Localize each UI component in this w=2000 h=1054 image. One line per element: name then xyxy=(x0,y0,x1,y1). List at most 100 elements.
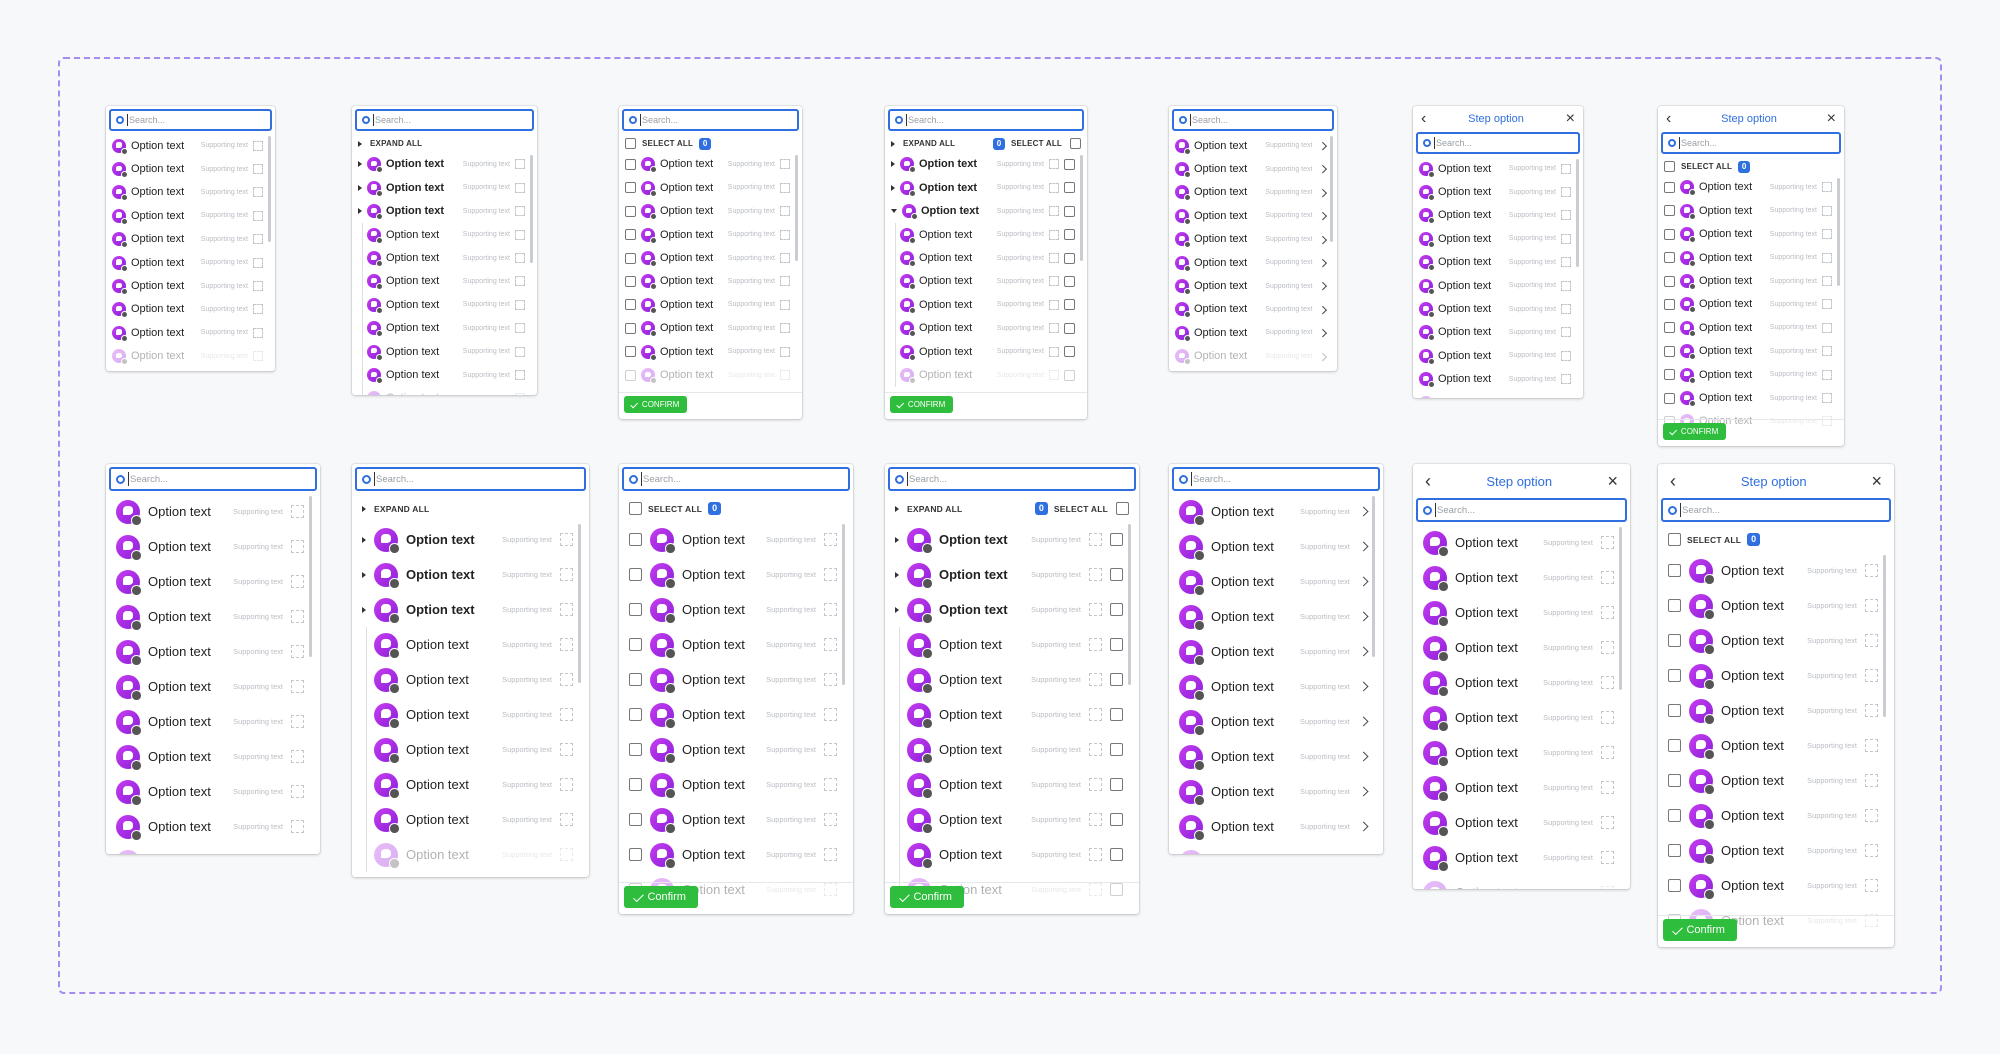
caret-right-icon[interactable] xyxy=(891,209,897,214)
list-item[interactable]: Option text Supporting text xyxy=(885,732,1139,767)
expand-icon[interactable] xyxy=(1865,774,1878,787)
list-item[interactable]: Option text Supporting text xyxy=(352,363,537,386)
list-item[interactable]: Option text Supporting text xyxy=(106,494,320,529)
expand-icon[interactable] xyxy=(1822,369,1832,380)
list-item[interactable]: Option text Supporting text xyxy=(352,246,537,269)
list-item[interactable]: Option text Supporting text xyxy=(619,153,802,176)
expand-icon[interactable] xyxy=(515,206,525,217)
caret-right-icon[interactable] xyxy=(358,140,362,147)
list-item[interactable]: Option text Supporting text xyxy=(106,228,275,251)
list-item[interactable]: Option text Supporting text xyxy=(106,298,275,321)
chevron-right-icon[interactable] xyxy=(1318,141,1327,150)
expand-icon[interactable] xyxy=(253,140,263,151)
select-all-checkbox[interactable] xyxy=(1070,138,1081,150)
list-item[interactable]: Option text Supporting text xyxy=(885,340,1087,363)
item-checkbox[interactable] xyxy=(1664,252,1675,264)
list-item[interactable]: Option text Supporting text xyxy=(1658,199,1844,222)
chevron-right-icon[interactable] xyxy=(1358,821,1369,832)
expand-icon[interactable] xyxy=(1601,851,1614,864)
expand-icon[interactable] xyxy=(515,299,525,310)
chevron-right-icon[interactable] xyxy=(1358,716,1369,727)
list-item[interactable]: Option text Supporting text xyxy=(106,181,275,204)
list-item[interactable]: Option text Supporting text xyxy=(1169,181,1337,204)
item-checkbox[interactable] xyxy=(1664,228,1675,240)
back-button[interactable]: ‹ xyxy=(1670,471,1676,492)
list-item[interactable]: Option text Supporting text xyxy=(619,802,853,837)
expand-icon[interactable] xyxy=(253,281,263,292)
back-button[interactable]: ‹ xyxy=(1425,471,1431,492)
list-item[interactable]: Option text Supporting text xyxy=(106,321,275,344)
item-checkbox[interactable] xyxy=(629,778,642,791)
expand-icon[interactable] xyxy=(1089,638,1102,651)
list-item[interactable]: Option text Supporting text xyxy=(619,317,802,340)
expand-icon[interactable] xyxy=(560,708,573,721)
list-item[interactable]: Option text Supporting text xyxy=(1169,669,1383,704)
chevron-right-icon[interactable] xyxy=(1358,681,1369,692)
list-item[interactable]: Option text Supporting text xyxy=(1169,157,1337,180)
list-item[interactable]: Option text Supporting text xyxy=(619,557,853,592)
expand-all-button[interactable]: EXPAND ALL xyxy=(907,504,962,514)
expand-icon[interactable] xyxy=(780,229,790,240)
list-item[interactable]: Option text Supporting text xyxy=(1169,228,1337,251)
expand-icon[interactable] xyxy=(1601,641,1614,654)
expand-icon[interactable] xyxy=(1865,844,1878,857)
confirm-button[interactable]: Confirm xyxy=(624,886,698,908)
caret-right-icon[interactable] xyxy=(362,571,366,578)
list-item[interactable]: Option text Supporting text xyxy=(1169,494,1383,529)
expand-icon[interactable] xyxy=(1089,708,1102,721)
list-item[interactable]: Option text Supporting text xyxy=(619,767,853,802)
list-item[interactable]: Option text Supporting text xyxy=(619,627,853,662)
list-item[interactable]: Option text Supporting text xyxy=(885,557,1139,592)
expand-icon[interactable] xyxy=(1049,159,1059,170)
item-checkbox[interactable] xyxy=(1110,708,1123,721)
search-input[interactable]: Search... xyxy=(1661,498,1891,522)
item-checkbox[interactable] xyxy=(1110,813,1123,826)
expand-icon[interactable] xyxy=(1822,322,1832,333)
list-item[interactable]: Option text Supporting text xyxy=(106,634,320,669)
list-item[interactable]: Option text Supporting text xyxy=(885,317,1087,340)
list-item[interactable]: Option text Supporting text xyxy=(1413,368,1583,391)
list-item[interactable]: Option text Supporting text xyxy=(1658,293,1844,316)
expand-icon[interactable] xyxy=(1601,676,1614,689)
caret-right-icon[interactable] xyxy=(891,184,895,191)
list-item[interactable]: Option text Supporting text xyxy=(106,809,320,844)
item-checkbox[interactable] xyxy=(629,533,642,546)
list-item[interactable]: Option text Supporting text xyxy=(1658,553,1894,588)
list-item[interactable]: Option text Supporting text xyxy=(352,317,537,340)
search-input[interactable]: Search... xyxy=(888,467,1136,491)
expand-icon[interactable] xyxy=(1049,182,1059,193)
item-checkbox[interactable] xyxy=(1110,638,1123,651)
list-item[interactable]: Option text Supporting text xyxy=(1169,809,1383,844)
expand-icon[interactable] xyxy=(515,346,525,357)
expand-icon[interactable] xyxy=(824,568,837,581)
list-item[interactable]: Option text Supporting text xyxy=(885,767,1139,802)
item-checkbox[interactable] xyxy=(629,603,642,616)
list-item[interactable]: Option text Supporting text xyxy=(1658,658,1894,693)
expand-icon[interactable] xyxy=(1089,743,1102,756)
search-input[interactable]: Search... xyxy=(1172,109,1334,131)
search-input[interactable]: Search... xyxy=(1661,132,1841,154)
expand-icon[interactable] xyxy=(780,346,790,357)
list-item[interactable]: Option text Supporting text xyxy=(1169,298,1337,321)
expand-icon[interactable] xyxy=(1601,606,1614,619)
expand-icon[interactable] xyxy=(291,610,304,623)
list-item[interactable]: Option text Supporting text xyxy=(352,293,537,316)
confirm-button[interactable]: CONFIRM xyxy=(624,396,687,413)
confirm-button[interactable]: CONFIRM xyxy=(1663,423,1726,440)
list-item[interactable]: Option text Supporting text xyxy=(352,627,589,662)
list-item[interactable]: Option text Supporting text xyxy=(106,739,320,774)
expand-icon[interactable] xyxy=(1601,781,1614,794)
expand-icon[interactable] xyxy=(560,778,573,791)
item-checkbox[interactable] xyxy=(1668,564,1681,577)
expand-icon[interactable] xyxy=(253,210,263,221)
list-item[interactable]: Option text Supporting text xyxy=(1169,134,1337,157)
expand-icon[interactable] xyxy=(1822,276,1832,286)
list-item[interactable]: Option text Supporting text xyxy=(1169,634,1383,669)
expand-icon[interactable] xyxy=(560,813,573,826)
list-item[interactable]: Option text Supporting text xyxy=(1413,700,1630,735)
list-item[interactable]: Option text Supporting text xyxy=(1169,274,1337,297)
list-item[interactable]: Option text Supporting text xyxy=(1658,728,1894,763)
list-item[interactable]: Option text Supporting text xyxy=(1413,560,1630,595)
item-checkbox[interactable] xyxy=(625,275,636,287)
caret-right-icon[interactable] xyxy=(895,505,899,512)
